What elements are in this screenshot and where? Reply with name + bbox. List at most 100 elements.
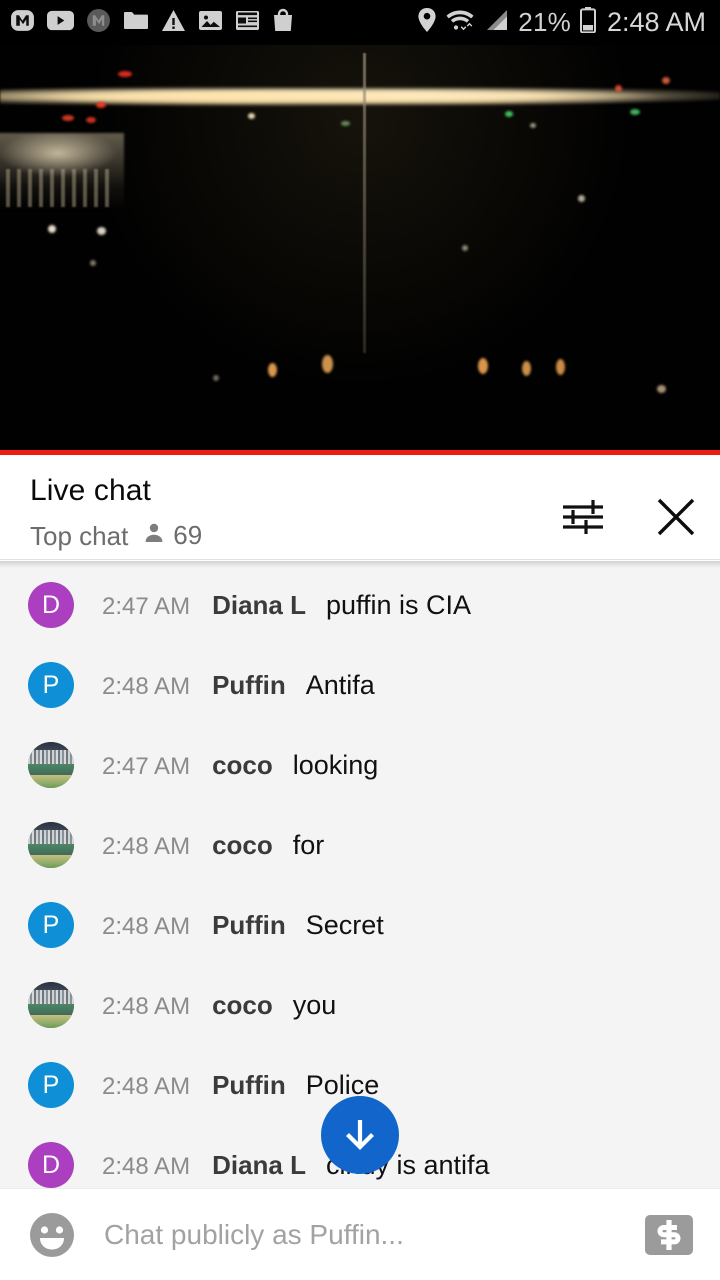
- chat-input-bar: [0, 1188, 720, 1280]
- status-bar-system: 21% 2:48 AM: [417, 7, 706, 38]
- battery-icon: [579, 7, 596, 38]
- chat-message-row[interactable]: P 2:48 AM Puffin Secret: [0, 885, 720, 965]
- shopping-bag-icon: [272, 8, 294, 37]
- street-light: [522, 361, 531, 376]
- street-light: [96, 102, 106, 108]
- memorial-columns: [6, 169, 110, 207]
- street-light: [478, 358, 488, 374]
- city-skyline-lights: [0, 85, 720, 107]
- street-light: [86, 117, 96, 123]
- settings-sliders-icon[interactable]: [560, 496, 606, 538]
- news-icon: [235, 9, 260, 37]
- avatar-initial: P: [42, 910, 60, 939]
- chat-message-row[interactable]: P 2:48 AM Puffin Antifa: [0, 645, 720, 725]
- folder-icon: [123, 9, 149, 36]
- message-timestamp: 2:48 AM: [102, 672, 191, 700]
- scroll-to-bottom-button[interactable]: [321, 1096, 399, 1174]
- super-chat-dollar-icon[interactable]: [644, 1214, 694, 1256]
- image-icon: [198, 9, 223, 37]
- chat-input[interactable]: [104, 1218, 630, 1251]
- live-chat-actions: [560, 473, 698, 539]
- status-bar[interactable]: 21% 2:48 AM: [0, 0, 720, 45]
- avatar-photo-layer: [28, 1015, 74, 1028]
- street-light: [578, 195, 585, 202]
- message-text: Police: [305, 1069, 380, 1100]
- avatar-initial: P: [42, 670, 60, 699]
- message-text: for: [292, 829, 325, 860]
- chat-mode-label[interactable]: Top chat: [30, 522, 128, 550]
- street-light: [118, 71, 132, 77]
- flag-pole: [363, 53, 366, 353]
- message-author[interactable]: coco: [212, 990, 273, 1021]
- live-chat-titles: Live chat Top chat 69: [30, 473, 202, 551]
- street-light: [615, 85, 622, 92]
- emoji-smiley-icon[interactable]: [28, 1211, 76, 1259]
- avatar[interactable]: D: [28, 582, 74, 628]
- chat-message-body: 2:48 AM coco you: [102, 990, 336, 1021]
- message-text: Antifa: [305, 669, 375, 700]
- avatar-photo-layer: [28, 855, 74, 868]
- avatar-initial: D: [41, 590, 61, 619]
- chat-message-row[interactable]: 2:48 AM coco for: [0, 805, 720, 885]
- street-light: [213, 375, 219, 381]
- page-title: Live chat: [30, 474, 151, 507]
- message-author[interactable]: Puffin: [212, 670, 286, 701]
- avatar[interactable]: [28, 822, 74, 868]
- close-icon[interactable]: [654, 495, 698, 539]
- video-player[interactable]: [0, 45, 720, 450]
- avatar[interactable]: P: [28, 1062, 74, 1108]
- location-pin-icon: [417, 7, 437, 38]
- live-chat-header: Live chat Top chat 69: [0, 455, 720, 560]
- youtube-icon: [47, 10, 74, 36]
- live-chat-subheader: Top chat 69: [30, 520, 202, 551]
- message-timestamp: 2:47 AM: [102, 592, 191, 620]
- wifi-icon: [446, 8, 476, 38]
- avatar-initial: D: [41, 1150, 61, 1179]
- street-light: [48, 225, 56, 233]
- chat-message-body: 2:48 AM Puffin Secret: [102, 910, 384, 941]
- message-author[interactable]: Puffin: [212, 1070, 286, 1101]
- message-text: looking: [292, 749, 379, 780]
- street-light: [268, 363, 277, 377]
- message-author[interactable]: Diana L: [212, 590, 306, 621]
- street-light: [90, 260, 96, 266]
- chat-message-body: 2:47 AM coco looking: [102, 750, 378, 781]
- street-light: [657, 385, 666, 393]
- message-timestamp: 2:48 AM: [102, 912, 191, 940]
- chat-message-row[interactable]: 2:48 AM coco you: [0, 965, 720, 1045]
- cell-signal-icon: [485, 9, 509, 36]
- chat-message-body: 2:48 AM Puffin Police: [102, 1070, 379, 1101]
- status-bar-clock: 2:48 AM: [606, 7, 706, 37]
- person-icon: [142, 521, 166, 550]
- message-timestamp: 2:47 AM: [102, 752, 191, 780]
- arrow-down-icon: [339, 1113, 381, 1158]
- street-light: [97, 227, 106, 235]
- chat-message-body: 2:47 AM Diana L puffin is CIA: [102, 590, 471, 621]
- avatar[interactable]: P: [28, 662, 74, 708]
- message-author[interactable]: Puffin: [212, 910, 286, 941]
- live-chat-message-list[interactable]: D 2:47 AM Diana L puffin is CIA P 2:48 AM Puff…: [0, 561, 720, 1188]
- message-timestamp: 2:48 AM: [102, 1152, 191, 1180]
- avatar[interactable]: [28, 742, 74, 788]
- message-author[interactable]: coco: [212, 750, 273, 781]
- message-author[interactable]: coco: [212, 830, 273, 861]
- avatar-initial: P: [42, 1070, 60, 1099]
- message-author[interactable]: Diana L: [212, 1150, 306, 1181]
- chat-message-row[interactable]: D 2:47 AM Diana L puffin is CIA: [0, 565, 720, 645]
- viewer-count: 69: [173, 520, 203, 550]
- street-light: [530, 123, 536, 128]
- chat-message-row[interactable]: 2:47 AM coco looking: [0, 725, 720, 805]
- street-light: [662, 77, 670, 84]
- street-light: [630, 109, 640, 115]
- m-logo-gray-icon: [86, 8, 111, 38]
- street-light: [462, 245, 468, 251]
- avatar[interactable]: D: [28, 1142, 74, 1188]
- chat-message-body: 2:48 AM Puffin Antifa: [102, 670, 375, 701]
- status-bar-notifications: [10, 8, 294, 38]
- message-text: puffin is CIA: [325, 589, 472, 620]
- viewer-count-group: 69: [142, 520, 202, 551]
- street-light: [505, 111, 513, 117]
- avatar[interactable]: [28, 982, 74, 1028]
- message-timestamp: 2:48 AM: [102, 992, 191, 1020]
- avatar[interactable]: P: [28, 902, 74, 948]
